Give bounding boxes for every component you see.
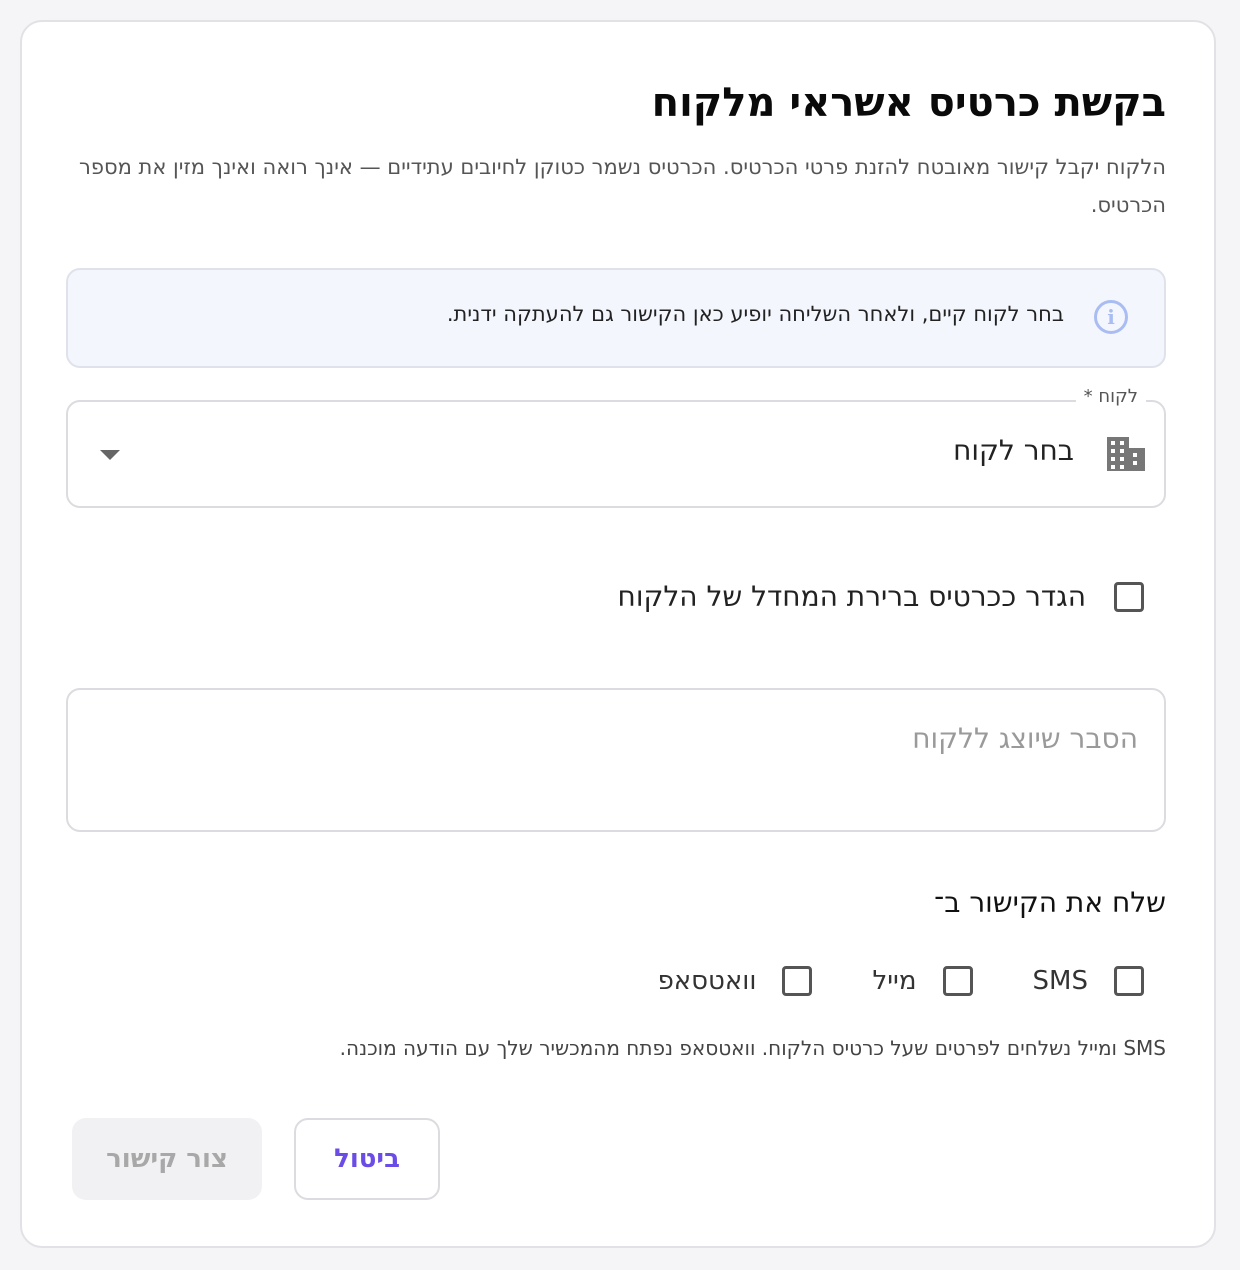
chevron-down-icon[interactable] bbox=[100, 450, 120, 460]
building-icon bbox=[1107, 437, 1145, 471]
sms-checkbox[interactable] bbox=[1114, 966, 1144, 996]
create-link-button[interactable]: צור קישור bbox=[72, 1118, 262, 1200]
channel-email: מייל bbox=[872, 966, 973, 996]
sms-label: SMS bbox=[1032, 966, 1088, 996]
default-card-label: הגדר ככרטיס ברירת המחדל של הלקוח bbox=[617, 580, 1086, 613]
email-checkbox[interactable] bbox=[942, 966, 973, 996]
default-card-option: הגדר ככרטיס ברירת המחדל של הלקוח bbox=[618, 580, 1144, 613]
whatsapp-checkbox[interactable] bbox=[782, 966, 813, 996]
channels-note: SMS ומייל נשלחים לפרטים שעל כרטיס הלקוח.… bbox=[339, 1036, 1166, 1060]
send-channels: SMS מייל וואטסאפ bbox=[598, 966, 1144, 996]
dialog-subtitle: הלקוח יקבל קישור מאובטח להזנת פרטי הכרטי… bbox=[79, 155, 1166, 217]
send-via-title: שלח את הקישור ב־ bbox=[934, 886, 1166, 919]
channel-whatsapp: וואטסאפ bbox=[658, 966, 813, 996]
cancel-button[interactable]: ביטול bbox=[294, 1118, 440, 1200]
whatsapp-label: וואטסאפ bbox=[657, 966, 757, 996]
info-banner: i בחר לקוח קיים, ולאחר השליחה יופיע כאן … bbox=[66, 268, 1166, 368]
info-icon: i bbox=[1094, 300, 1128, 334]
customer-select-value: בחר לקוח bbox=[953, 434, 1074, 467]
request-card-dialog: בקשת כרטיס אשראי מלקוח הלקוח יקבל קישור … bbox=[20, 20, 1216, 1248]
info-text: בחר לקוח קיים, ולאחר השליחה יופיע כאן הק… bbox=[446, 302, 1064, 326]
dialog-title: בקשת כרטיס אשראי מלקוח bbox=[651, 80, 1166, 126]
email-label: מייל bbox=[872, 966, 917, 996]
customer-select[interactable]: לקוח * בחר לקוח bbox=[66, 386, 1166, 508]
customer-select-label: לקוח * bbox=[1075, 386, 1146, 407]
explanation-textarea[interactable] bbox=[66, 688, 1166, 832]
default-card-checkbox[interactable] bbox=[1114, 581, 1144, 612]
channel-sms: SMS bbox=[1033, 966, 1144, 996]
